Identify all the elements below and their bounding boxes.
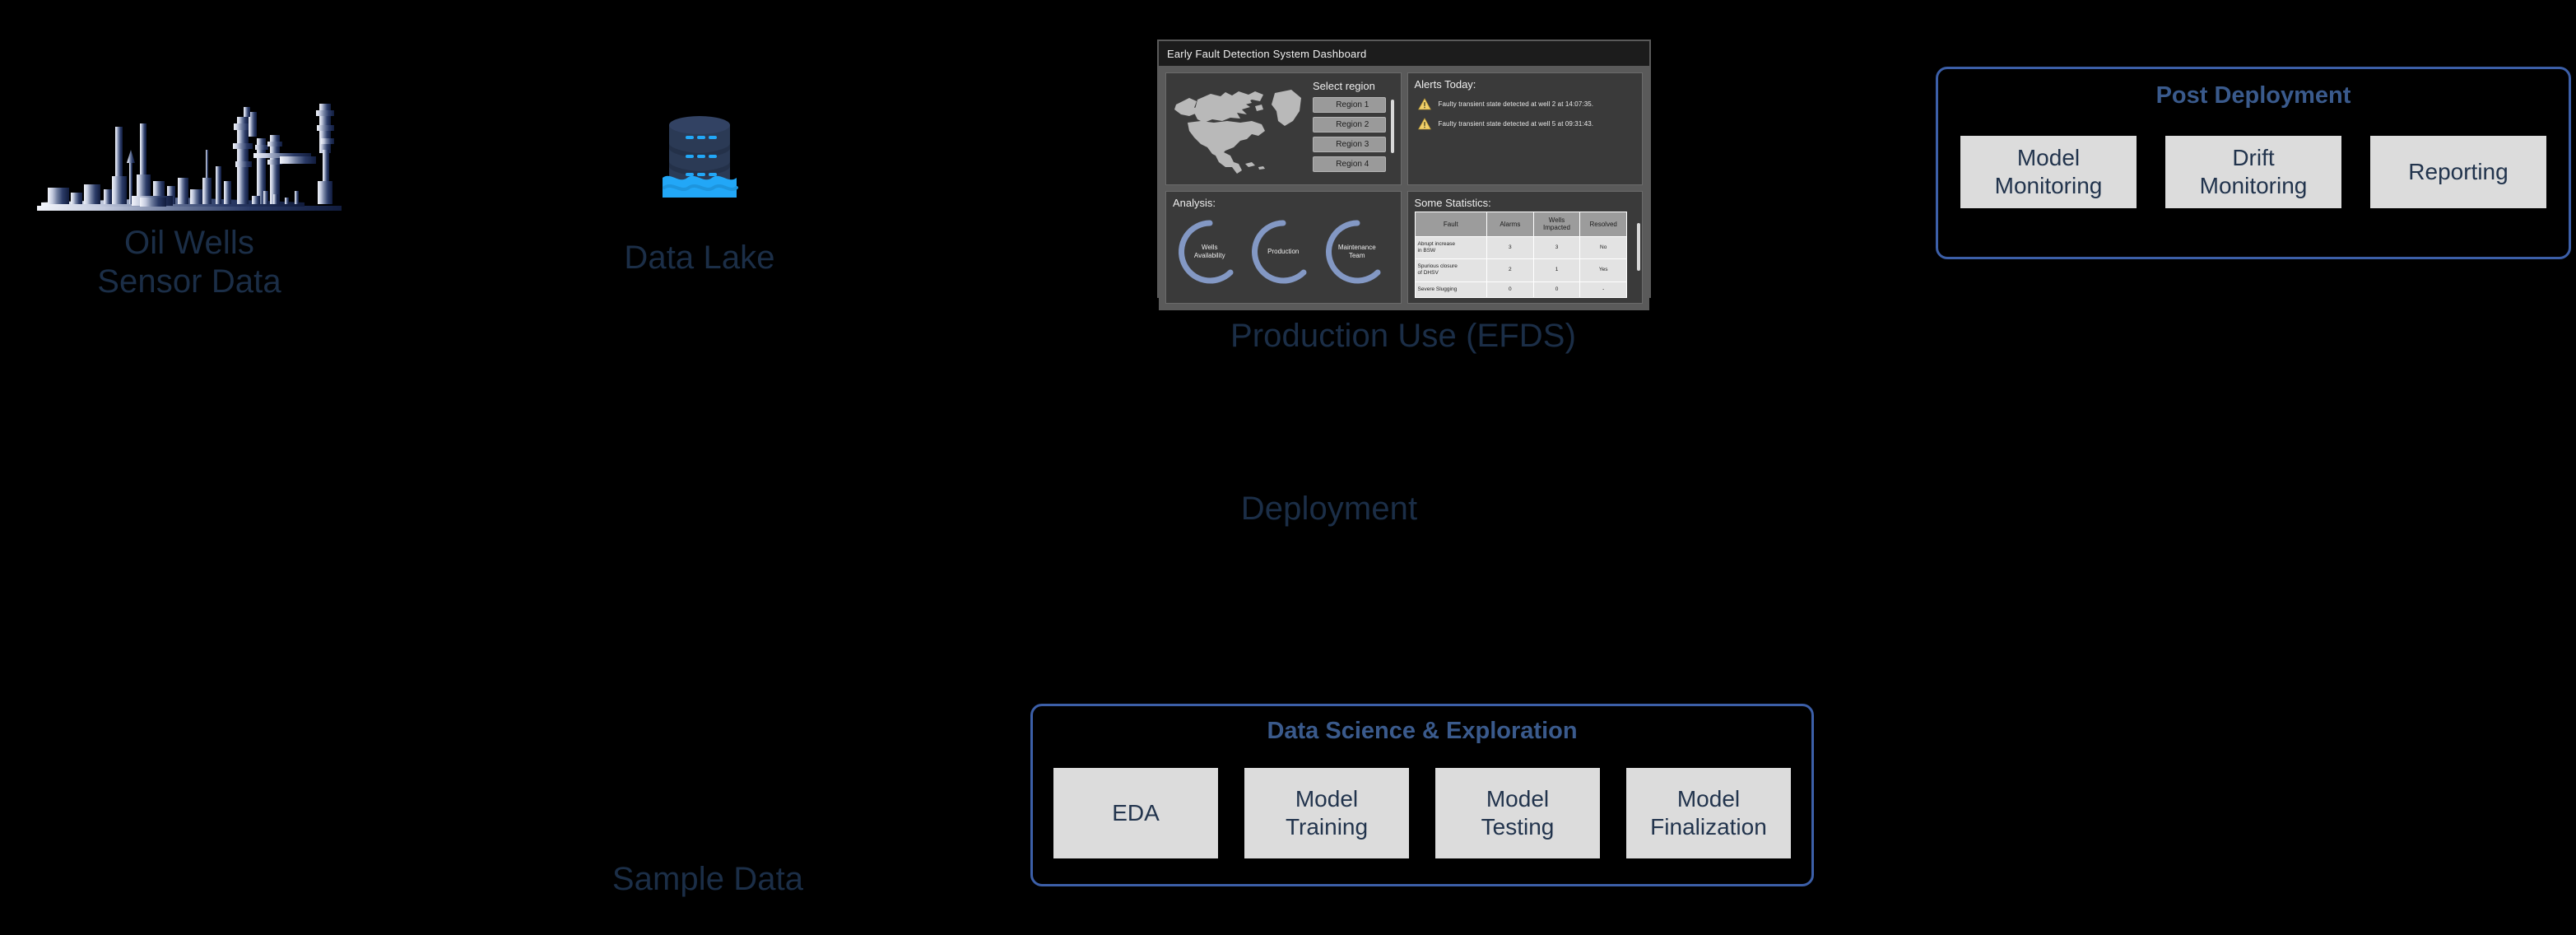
post-deployment-group: Post Deployment Model Monitoring Drift M… (1936, 67, 2571, 259)
oil-wells-caption: Oil Wells Sensor Data (97, 225, 281, 300)
table-row: Abrupt increase in BSW 3 3 No (1414, 235, 1627, 260)
region-button-3[interactable]: Region 3 (1313, 137, 1386, 152)
alert-text: Faulty transient state detected at well … (1438, 120, 1594, 128)
region-list-scrollbar[interactable] (1390, 100, 1394, 153)
data-lake-caption: Data Lake (624, 240, 775, 276)
data-lake-icon (638, 107, 761, 206)
col-alarms: Alarms (1486, 211, 1534, 238)
alert-text: Faulty transient state detected at well … (1438, 100, 1594, 108)
cell-wells-impacted: 1 (1532, 258, 1581, 282)
post-deployment-item-reporting[interactable]: Reporting (2370, 136, 2546, 208)
table-row: Severe Slugging 0 0 - (1414, 281, 1627, 298)
data-science-title: Data Science & Exploration (1267, 718, 1578, 744)
analysis-panel: Analysis: Wells Availability Production (1165, 190, 1402, 304)
cell-wells-impacted: 3 (1532, 235, 1581, 260)
sample-data-caption: Sample Data (611, 861, 804, 897)
cell-wells-impacted: 0 (1532, 281, 1581, 298)
table-header-row: Fault Alarms Wells Impacted Resolved (1414, 211, 1627, 238)
col-wells-impacted: Wells Impacted (1532, 211, 1581, 238)
post-deployment-item-drift-monitoring[interactable]: Drift Monitoring (2165, 136, 2341, 208)
post-deployment-title: Post Deployment (2155, 82, 2351, 109)
table-row: Spurious closure of DHSV 2 1 Yes (1414, 258, 1627, 282)
dashboard-title: Early Fault Detection System Dashboard (1167, 47, 1367, 60)
data-science-item-model-training[interactable]: Model Training (1244, 768, 1409, 858)
production-use-caption: Production Use (EFDS) (1230, 318, 1576, 354)
warning-triangle-icon (1417, 98, 1431, 110)
cell-resolved: No (1579, 235, 1627, 260)
alerts-panel-title: Alerts Today: (1414, 78, 1476, 91)
gauge-production: Production (1248, 216, 1318, 287)
data-science-group: Data Science & Exploration EDA Model Tra… (1030, 704, 1814, 886)
cell-resolved: Yes (1579, 258, 1627, 282)
post-deployment-item-model-monitoring[interactable]: Model Monitoring (1960, 136, 2137, 208)
warning-triangle-icon (1417, 118, 1431, 130)
col-resolved: Resolved (1579, 211, 1627, 238)
analysis-panel-title: Analysis: (1173, 196, 1216, 209)
cell-resolved: - (1579, 281, 1627, 298)
region-button-1[interactable]: Region 1 (1313, 97, 1386, 113)
refinery-silhouette-icon (33, 99, 346, 214)
data-science-item-eda[interactable]: EDA (1053, 768, 1218, 858)
gauge-maintenance-team: Maintenance Team (1322, 216, 1393, 287)
alerts-panel: Alerts Today: Faulty transient state det… (1407, 72, 1643, 185)
cell-alarms: 3 (1486, 235, 1534, 260)
cell-fault: Abrupt increase in BSW (1414, 235, 1488, 260)
north-america-map-icon (1173, 78, 1304, 179)
statistics-panel-title: Some Statistics: (1414, 196, 1491, 209)
col-fault: Fault (1414, 211, 1488, 238)
select-region-label: Select region (1313, 80, 1375, 92)
cell-alarms: 0 (1486, 281, 1534, 298)
dashboard-titlebar: Early Fault Detection System Dashboard (1159, 41, 1649, 66)
region-button-2[interactable]: Region 2 (1313, 117, 1386, 133)
dashboard-body: Select region Region 1 Region 2 Region 3… (1159, 66, 1649, 310)
efds-dashboard-window: Early Fault Detection System Dashboard S… (1157, 40, 1651, 310)
region-panel: Select region Region 1 Region 2 Region 3… (1165, 72, 1402, 185)
data-science-item-model-testing[interactable]: Model Testing (1435, 768, 1600, 858)
cell-alarms: 2 (1486, 258, 1534, 282)
gauge-wells-availability: Wells Availability (1174, 216, 1245, 287)
data-science-item-model-finalization[interactable]: Model Finalization (1626, 768, 1791, 858)
alert-item: Faulty transient state detected at well … (1415, 118, 1636, 130)
statistics-table: Fault Alarms Wells Impacted Resolved Abr… (1414, 211, 1628, 298)
deployment-caption: Deployment (1240, 491, 1418, 527)
diagram-canvas: Oil Wells Sensor Data Data Lake Early Fa… (0, 0, 2576, 935)
statistics-scrollbar[interactable] (1637, 222, 1640, 271)
cell-fault: Spurious closure of DHSV (1414, 258, 1488, 282)
region-button-4[interactable]: Region 4 (1313, 156, 1386, 172)
cell-fault: Severe Slugging (1414, 281, 1488, 298)
alert-item: Faulty transient state detected at well … (1415, 98, 1636, 110)
statistics-panel: Some Statistics: Fault Alarms Wells Impa… (1407, 190, 1643, 304)
